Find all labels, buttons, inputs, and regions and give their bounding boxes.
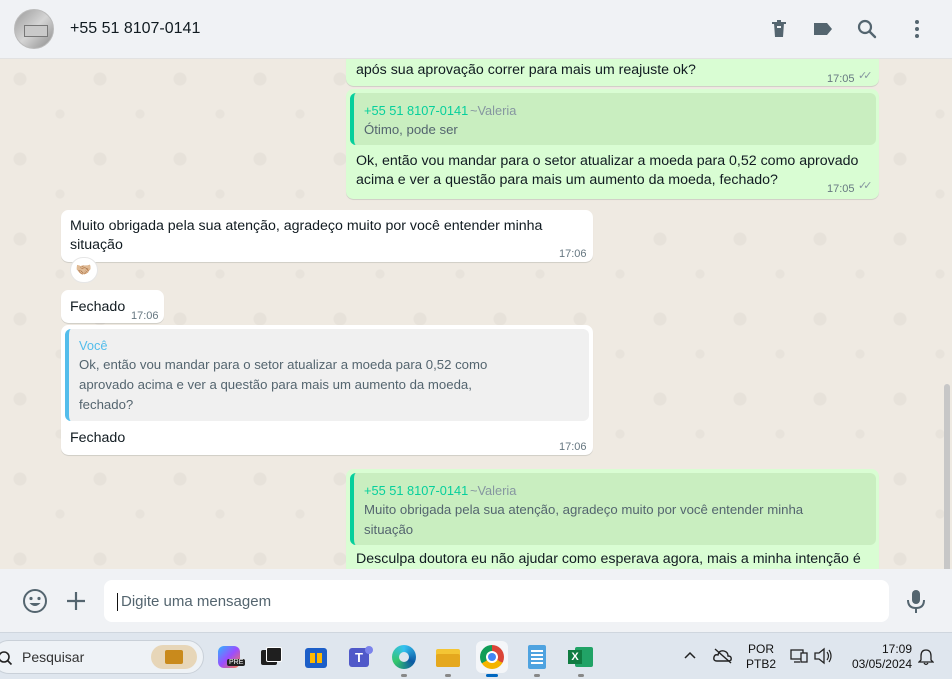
store-app-icon[interactable] bbox=[300, 641, 332, 673]
attach-icon[interactable] bbox=[63, 588, 89, 614]
message-placeholder: Digite uma mensagem bbox=[121, 593, 272, 610]
cloud-offline-icon[interactable] bbox=[712, 647, 734, 665]
message-time: 17:05 bbox=[827, 183, 855, 195]
search-label: Pesquisar bbox=[22, 649, 85, 665]
outgoing-message[interactable]: após sua aprovação correr para mais um r… bbox=[346, 59, 879, 86]
briefcase-icon bbox=[151, 645, 197, 669]
handshake-reaction-icon[interactable]: 🤝🏼 bbox=[70, 257, 98, 283]
read-ticks-icon: ✓✓ bbox=[858, 180, 873, 192]
quote-author: Você bbox=[79, 338, 108, 353]
message-time: 17:05 bbox=[827, 73, 855, 85]
mic-icon[interactable] bbox=[903, 588, 929, 614]
conversation-panel: após sua aprovação correr para mais um r… bbox=[0, 59, 952, 569]
read-ticks-icon: ✓✓ bbox=[858, 70, 873, 82]
copilot-app-icon[interactable]: PRE bbox=[213, 641, 246, 673]
quote-text-line: Muito obrigada pela sua atenção, agradeç… bbox=[364, 502, 804, 517]
chrome-browser-icon[interactable] bbox=[476, 641, 508, 677]
quote-text-line: aprovado acima e ver a questão para mais… bbox=[79, 377, 472, 392]
language-code: POR bbox=[747, 642, 774, 656]
chat-header: +55 51 8107-0141 bbox=[0, 0, 952, 59]
network-icon[interactable] bbox=[789, 647, 809, 665]
message-time: 17:06 bbox=[559, 248, 587, 260]
outgoing-message[interactable]: +55 51 8107-0141 ~Valeria Ótimo, pode se… bbox=[346, 89, 879, 199]
menu-icon[interactable] bbox=[905, 17, 929, 41]
message-time: 17:06 bbox=[559, 441, 587, 453]
contact-name[interactable]: +55 51 8107-0141 bbox=[70, 20, 200, 38]
notepad-app-icon[interactable] bbox=[521, 641, 553, 677]
windows-taskbar: Pesquisar PRE T X POR PTB2 17:09 03/05/2… bbox=[0, 632, 952, 679]
scrollbar[interactable] bbox=[944, 384, 950, 569]
message-composer: Digite uma mensagem bbox=[0, 569, 952, 632]
incoming-message[interactable]: Você Ok, então vou mandar para o setor a… bbox=[61, 325, 593, 455]
contact-avatar[interactable] bbox=[14, 9, 54, 49]
message-text: Fechado bbox=[70, 299, 126, 315]
message-text-line: Muito obrigada pela sua atenção, agradeç… bbox=[70, 218, 543, 234]
quoted-message[interactable]: Você Ok, então vou mandar para o setor a… bbox=[65, 329, 589, 421]
input-language[interactable]: POR PTB2 bbox=[745, 642, 777, 672]
search-icon[interactable] bbox=[855, 17, 879, 41]
edge-browser-icon[interactable] bbox=[388, 641, 420, 677]
text-cursor bbox=[117, 593, 118, 611]
trash-icon[interactable] bbox=[767, 17, 791, 41]
message-text: após sua aprovação correr para mais um r… bbox=[356, 62, 696, 78]
notification-bell-icon[interactable] bbox=[918, 648, 934, 666]
incoming-message[interactable]: Fechado 17:06 bbox=[61, 290, 164, 323]
search-icon bbox=[0, 651, 13, 666]
message-text: Fechado bbox=[70, 430, 126, 446]
outgoing-message[interactable]: +55 51 8107-0141 ~Valeria Muito obrigada… bbox=[346, 469, 879, 569]
volume-icon[interactable] bbox=[813, 647, 833, 665]
excel-app-icon[interactable]: X bbox=[565, 641, 597, 677]
teams-app-icon[interactable]: T bbox=[345, 641, 377, 673]
clock-time: 17:09 bbox=[881, 642, 912, 656]
quote-alias: ~Valeria bbox=[470, 483, 517, 498]
quote-alias: ~Valeria bbox=[470, 103, 517, 118]
quote-author: +55 51 8107-0141 bbox=[364, 483, 469, 498]
quote-text-line: situação bbox=[364, 522, 414, 537]
quoted-message[interactable]: +55 51 8107-0141 ~Valeria Ótimo, pode se… bbox=[350, 93, 876, 145]
emoji-icon[interactable] bbox=[22, 588, 48, 614]
incoming-message[interactable]: Muito obrigada pela sua atenção, agradeç… bbox=[61, 210, 593, 262]
message-text-line: Ok, então vou mandar para o setor atuali… bbox=[356, 153, 859, 169]
quoted-message[interactable]: +55 51 8107-0141 ~Valeria Muito obrigada… bbox=[350, 473, 876, 545]
clock[interactable]: 17:09 03/05/2024 bbox=[846, 642, 912, 672]
quote-author: +55 51 8107-0141 bbox=[364, 103, 469, 118]
keyboard-layout: PTB2 bbox=[745, 657, 776, 671]
message-text-line: acima e ver a questão para mais um aumen… bbox=[356, 172, 778, 188]
quote-text: Ótimo, pode ser bbox=[364, 122, 458, 137]
message-text: Desculpa doutora eu não ajudar como espe… bbox=[356, 551, 861, 567]
task-view-icon[interactable] bbox=[255, 641, 287, 673]
label-icon[interactable] bbox=[811, 17, 835, 41]
quote-text-line: Ok, então vou mandar para o setor atuali… bbox=[79, 357, 488, 372]
clock-date: 03/05/2024 bbox=[851, 657, 912, 671]
message-text-line: situação bbox=[70, 237, 123, 253]
file-explorer-icon[interactable] bbox=[432, 641, 464, 677]
quote-text-line: fechado? bbox=[79, 397, 134, 412]
message-time: 17:06 bbox=[131, 310, 159, 322]
chevron-up-icon[interactable] bbox=[683, 650, 697, 660]
